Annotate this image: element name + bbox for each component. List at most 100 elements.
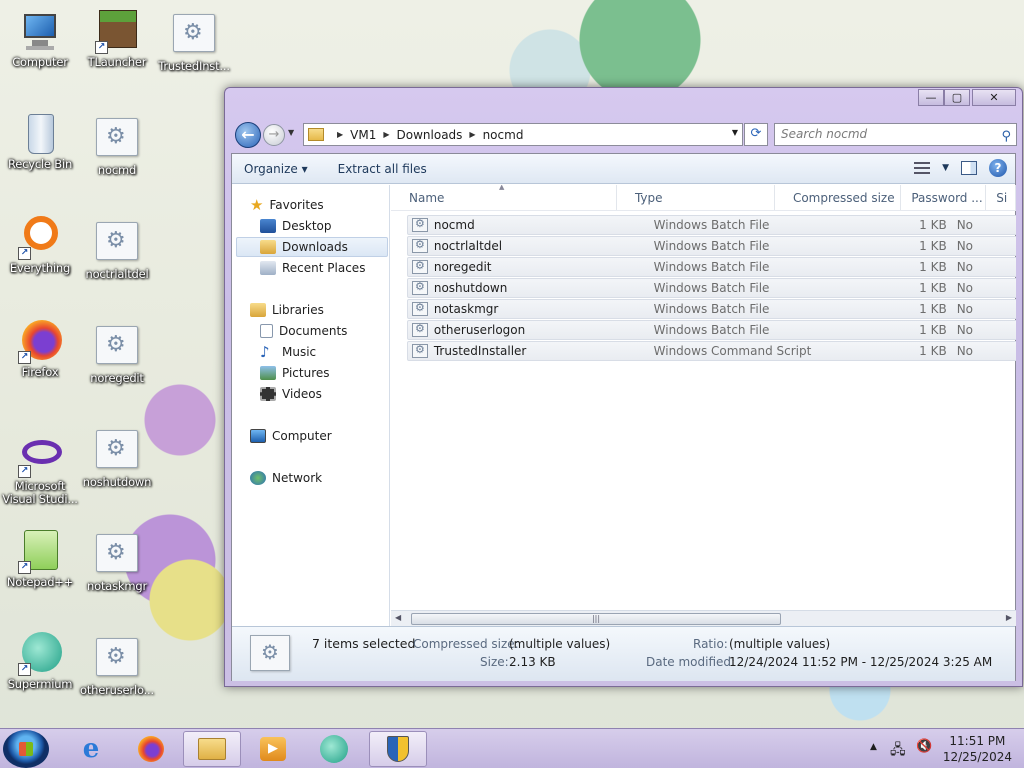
desktop-icon-noctrlaltdel[interactable]: noctrlaltdel	[79, 218, 155, 281]
search-input[interactable]: Search nocmd ⚲	[774, 123, 1017, 146]
nav-pictures[interactable]: Pictures	[260, 363, 330, 383]
view-dropdown-icon[interactable]: ▼	[942, 163, 949, 173]
change-view-icon[interactable]	[914, 162, 931, 174]
nav-recent-places[interactable]: Recent Places	[260, 258, 365, 278]
start-button[interactable]	[3, 730, 49, 768]
breadcrumb-nocmd[interactable]: nocmd	[483, 128, 524, 142]
taskbar-supermium[interactable]	[305, 731, 363, 767]
desktop-icon-everything[interactable]: ↗ Everything	[2, 216, 78, 275]
preview-pane-icon[interactable]	[961, 161, 977, 175]
nav-label: Recent Places	[282, 261, 366, 275]
close-button[interactable]: ✕	[972, 89, 1016, 106]
shortcut-arrow-icon: ↗	[18, 561, 31, 574]
desktop-icon-label: Firefox	[21, 365, 59, 379]
file-row[interactable]: otheruserlogon Windows Batch File 1 KB N…	[407, 320, 1016, 340]
address-dropdown-icon[interactable]: ▼	[732, 128, 738, 137]
desktop-icon-supermium[interactable]: ↗ Supermium	[2, 632, 78, 691]
notepadpp-icon: ↗	[18, 530, 62, 574]
column-type[interactable]: Type	[617, 185, 775, 210]
file-password: No	[956, 302, 974, 316]
address-bar[interactable]: ▶ VM1 ▶ Downloads ▶ nocmd ▼	[303, 123, 743, 146]
desktop-icon-notepadpp[interactable]: ↗ Notepad++	[2, 530, 78, 589]
desktop-icon-otheruserlogon[interactable]: otheruserlo...	[79, 634, 155, 697]
desktop-icon-nocmd[interactable]: nocmd	[79, 114, 155, 177]
desktop-icon-firefox[interactable]: ↗ Firefox	[2, 320, 78, 379]
batch-file-icon	[412, 301, 428, 316]
tlauncher-icon: ↗	[95, 10, 139, 54]
clock-date: 12/25/2024	[942, 750, 1012, 764]
file-size: 1 KB	[919, 281, 947, 295]
show-hidden-icons[interactable]: ▲	[870, 742, 877, 752]
nav-music[interactable]: ♪ Music	[260, 342, 316, 362]
script-file-icon	[96, 638, 138, 676]
taskbar-internet-explorer[interactable]: e	[62, 731, 120, 767]
file-name: notaskmgr	[433, 302, 499, 316]
desktop-icon-label: Everything	[9, 261, 71, 275]
volume-muted-icon[interactable]: 🔇	[916, 739, 932, 754]
file-list: Name ▲ Type Compressed size Password ...…	[391, 185, 1016, 626]
taskbar-windows-explorer[interactable]	[183, 731, 241, 767]
file-type: Windows Batch File	[653, 323, 770, 337]
scrollbar-thumb[interactable]: |||	[411, 613, 781, 625]
column-compressed-size[interactable]: Compressed size	[775, 185, 902, 210]
nav-desktop[interactable]: Desktop	[260, 216, 332, 236]
chevron-right-icon[interactable]: ▶	[337, 130, 343, 139]
desktop-icon-tlauncher[interactable]: ↗ TLauncher	[79, 10, 155, 69]
file-row[interactable]: noshutdown Windows Batch File 1 KB No	[407, 278, 1016, 298]
file-row[interactable]: noregedit Windows Batch File 1 KB No	[407, 257, 1016, 277]
taskbar-uac-prompt[interactable]	[369, 731, 427, 767]
file-row[interactable]: noctrlaltdel Windows Batch File 1 KB No	[407, 236, 1016, 256]
chevron-right-icon[interactable]: ▶	[383, 130, 389, 139]
desktop-icon-trustedinstaller[interactable]: TrustedInst...	[156, 10, 232, 73]
nav-computer[interactable]: Computer	[250, 426, 332, 446]
column-name[interactable]: Name ▲	[391, 185, 617, 210]
extract-all-button[interactable]: Extract all files	[338, 162, 427, 176]
recent-pages-dropdown[interactable]: ▼	[288, 128, 294, 137]
file-name: nocmd	[433, 218, 475, 232]
breadcrumb-vm1[interactable]: VM1	[350, 128, 376, 142]
desktop-icon-label: noctrlaltdel	[85, 267, 149, 281]
file-row[interactable]: nocmd Windows Batch File 1 KB No	[407, 215, 1016, 235]
nav-favorites[interactable]: ★ Favorites	[250, 195, 324, 215]
taskbar-media-player[interactable]: ▶	[244, 731, 302, 767]
desktop-icon-noshutdown[interactable]: noshutdown	[79, 426, 155, 489]
file-row[interactable]: TrustedInstaller Windows Command Script …	[407, 341, 1016, 361]
forward-button[interactable]: →	[263, 124, 285, 146]
horizontal-scrollbar[interactable]: ◀ ||| ▶	[391, 610, 1016, 626]
minimize-button[interactable]: —	[918, 89, 944, 106]
nav-libraries[interactable]: Libraries	[250, 300, 324, 320]
file-row[interactable]: notaskmgr Windows Batch File 1 KB No	[407, 299, 1016, 319]
back-button[interactable]: ←	[235, 122, 261, 148]
desktop-icon-notaskmgr[interactable]: notaskmgr	[79, 530, 155, 593]
organize-button[interactable]: Organize ▾	[244, 162, 308, 176]
scroll-right-icon[interactable]: ▶	[1006, 613, 1012, 622]
refresh-button[interactable]: ⟳	[744, 123, 768, 146]
desktop-icon-visual-studio[interactable]: ↗ Microsoft Visual Studi...	[2, 434, 78, 506]
column-password[interactable]: Password ...	[901, 185, 987, 210]
system-clock[interactable]: 11:51 PM 12/25/2024	[943, 733, 1012, 765]
breadcrumb-downloads[interactable]: Downloads	[397, 128, 463, 142]
column-label: Password ...	[911, 191, 983, 205]
shortcut-arrow-icon: ↗	[18, 351, 31, 364]
shortcut-arrow-icon: ↗	[18, 663, 31, 676]
scroll-left-icon[interactable]: ◀	[395, 613, 401, 622]
nav-documents[interactable]: Documents	[260, 321, 347, 341]
desktop-icon-computer[interactable]: Computer	[2, 10, 78, 69]
nav-downloads[interactable]: Downloads	[236, 237, 388, 257]
network-status-icon[interactable]: 🖧	[890, 739, 906, 763]
desktop-icon-noregedit[interactable]: noregedit	[79, 322, 155, 385]
help-icon[interactable]: ?	[989, 159, 1007, 177]
column-size[interactable]: Si	[986, 185, 1016, 210]
taskbar-firefox[interactable]	[122, 731, 180, 767]
nav-label: Documents	[279, 324, 348, 338]
nav-label: Libraries	[272, 303, 324, 317]
nav-videos[interactable]: Videos	[260, 384, 322, 404]
search-icon[interactable]: ⚲	[1001, 126, 1011, 147]
desktop-icon-label: Computer	[12, 55, 68, 69]
maximize-button[interactable]: ▢	[944, 89, 970, 106]
desktop-icon-label: noshutdown	[82, 475, 152, 489]
nav-network[interactable]: Network	[250, 468, 322, 488]
nav-label: Videos	[282, 387, 322, 401]
desktop-icon-recycle-bin[interactable]: Recycle Bin	[2, 112, 78, 171]
chevron-right-icon[interactable]: ▶	[469, 130, 475, 139]
